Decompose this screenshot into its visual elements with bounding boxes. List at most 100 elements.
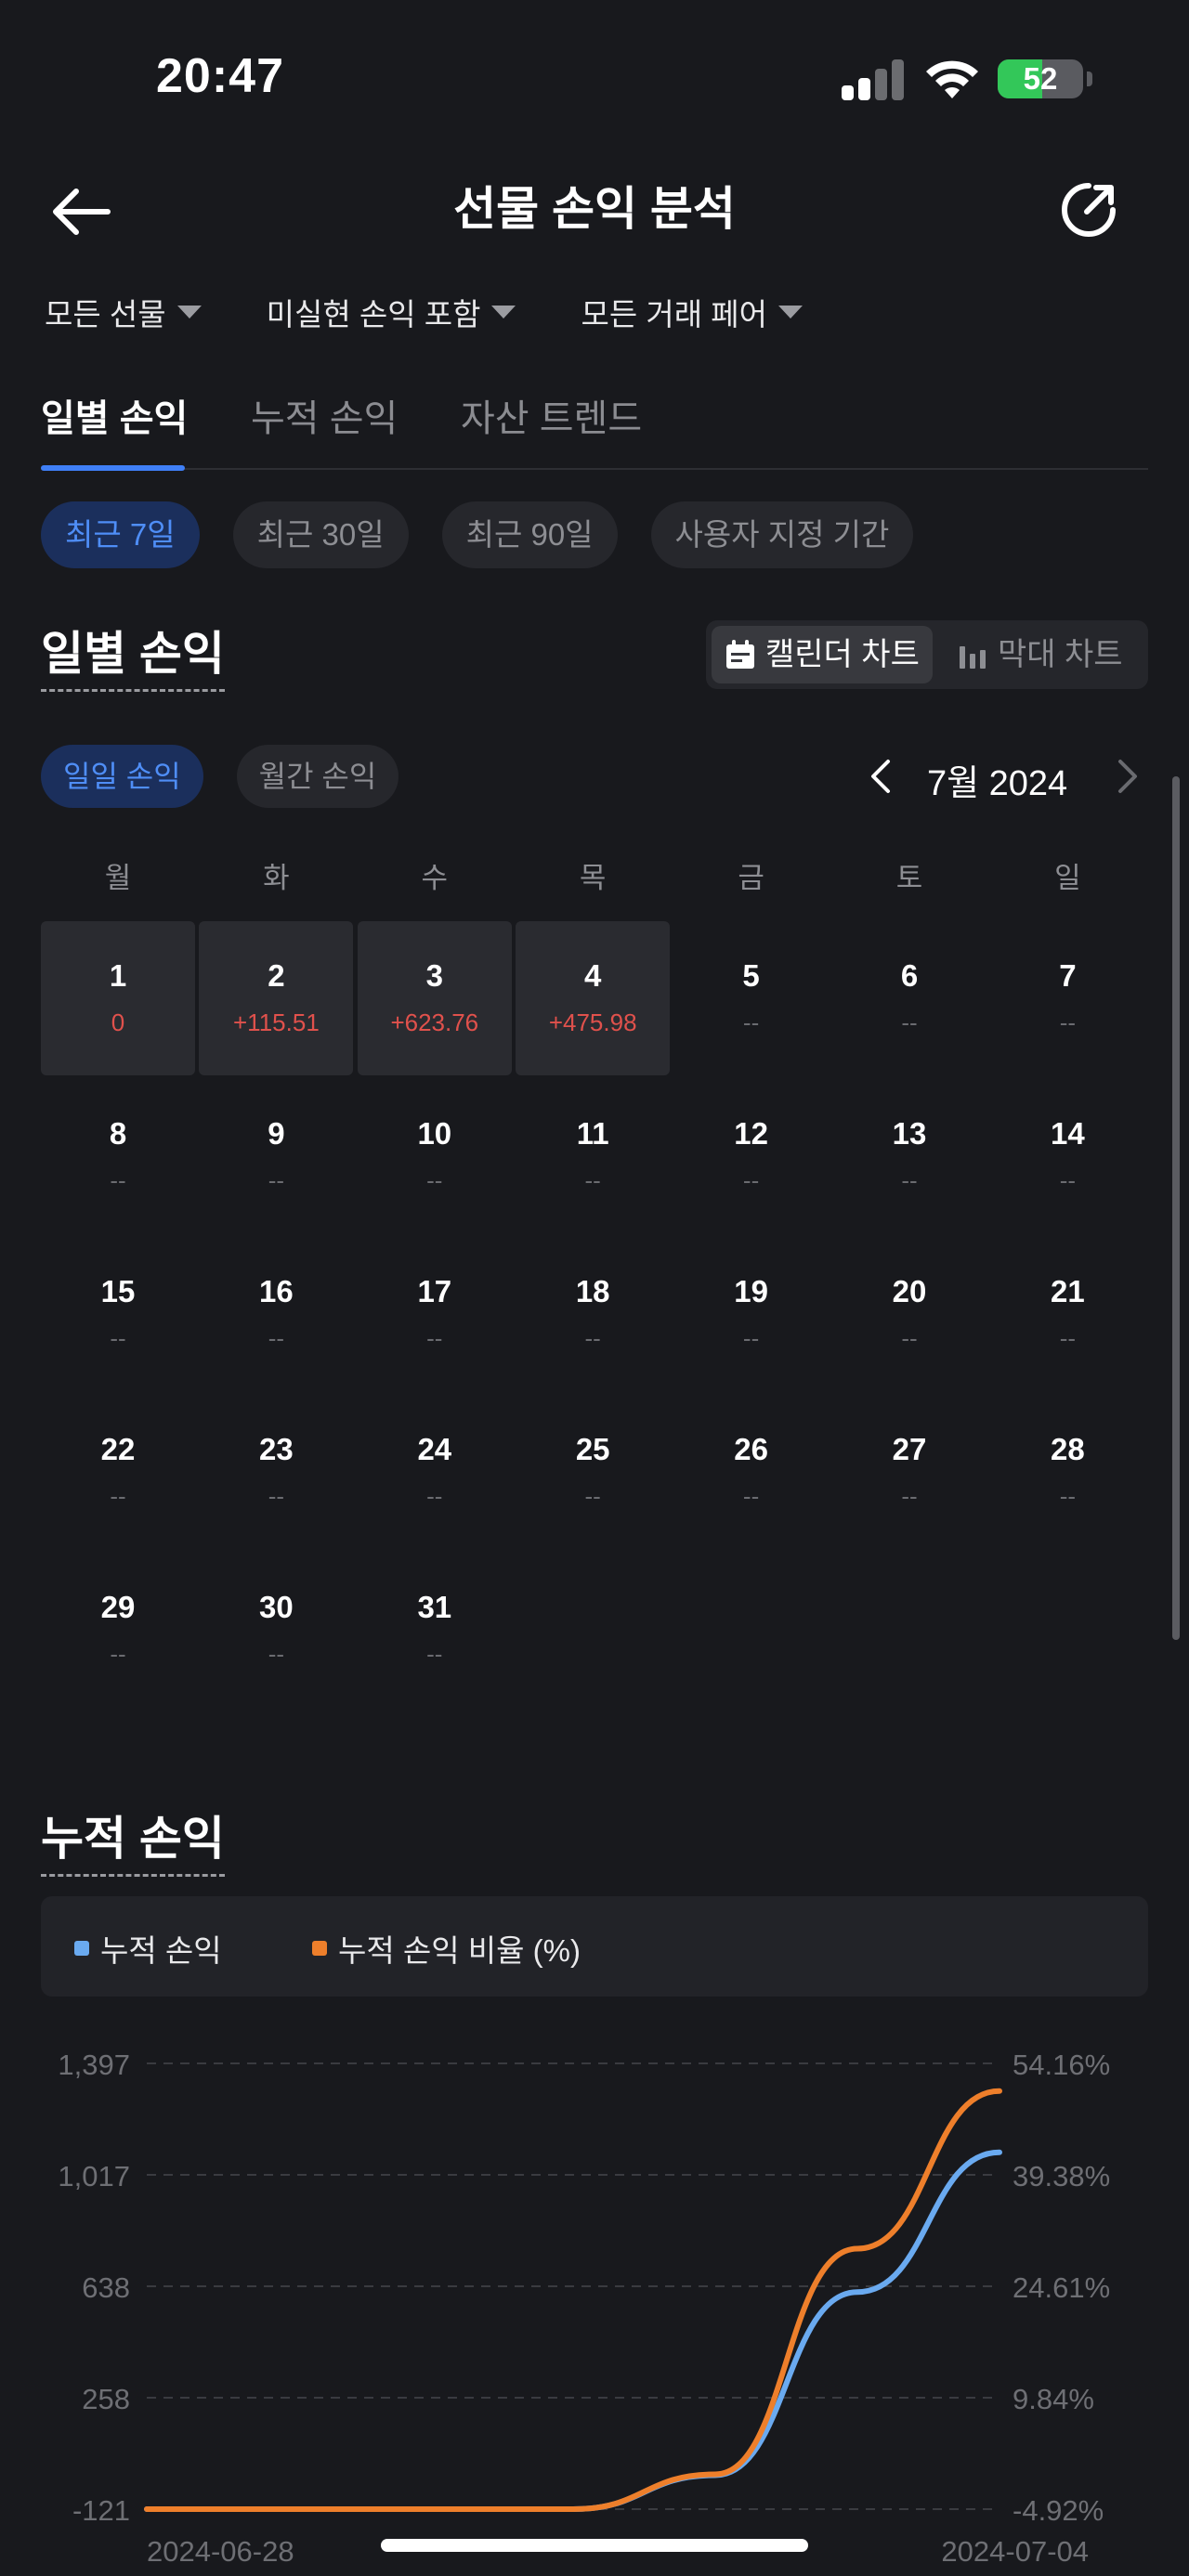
calendar-day[interactable]: 28 -- (990, 1395, 1144, 1549)
cellular-signal-icon (842, 59, 905, 100)
calendar-day[interactable]: 26 -- (674, 1395, 829, 1549)
day-number: 28 (1051, 1432, 1085, 1466)
weekday-label: 목 (579, 862, 607, 894)
calendar-day[interactable]: 14 -- (990, 1079, 1144, 1233)
header: 선물 손익 분석 (0, 158, 1189, 260)
filter-unrealized-dropdown[interactable]: 미실현 손익 포함 (267, 290, 516, 334)
tab-cumulative-pnl[interactable]: 누적 손익 (251, 388, 398, 442)
filter-pairs-dropdown[interactable]: 모든 거래 페어 (581, 290, 803, 334)
daily-pnl-title[interactable]: 일별 손익 (41, 617, 225, 692)
period-custom[interactable]: 사용자 지정 기간 (650, 501, 914, 568)
day-number: 23 (259, 1432, 294, 1466)
calendar-day[interactable]: 15 -- (41, 1237, 195, 1391)
calendar-day[interactable]: 13 -- (832, 1079, 986, 1233)
bar-chart-button[interactable]: 막대 차트 (944, 626, 1136, 683)
calendar-day[interactable]: 21 -- (990, 1237, 1144, 1391)
calendar-day[interactable]: 29 -- (41, 1553, 195, 1707)
calendar-day[interactable]: 2 +115.51 (199, 921, 354, 1075)
chart-type-toggle: 캘린더 차트 막대 차트 (706, 620, 1148, 689)
day-number: 30 (259, 1590, 294, 1624)
day-number: 6 (900, 958, 919, 993)
legend-label: 누적 손익 비율 (%) (338, 1933, 581, 1968)
calendar-day[interactable]: 24 -- (358, 1395, 512, 1549)
chevron-left-icon[interactable] (864, 758, 901, 795)
day-pnl-value: -- (268, 1640, 285, 1668)
calendar-day[interactable]: 12 -- (674, 1079, 829, 1233)
day-pnl-value: -- (426, 1324, 443, 1352)
tab-daily-pnl[interactable]: 일별 손익 (41, 388, 188, 442)
calendar-day[interactable]: 19 -- (674, 1237, 829, 1391)
calendar-day[interactable]: 8 -- (41, 1079, 195, 1233)
calendar-day[interactable]: 5 -- (674, 921, 829, 1075)
calendar-day[interactable]: 9 -- (199, 1079, 353, 1233)
cumulative-pnl-chart: 1,397 54.16% 1,017 39.38% 638 24.61% 258 9.84% -… (58, 2049, 1110, 2568)
legend-swatch (74, 1941, 89, 1956)
day-pnl-value: -- (110, 1324, 126, 1352)
period-7d[interactable]: 최근 7일 (41, 501, 200, 568)
calendar-day[interactable]: 18 -- (516, 1237, 670, 1391)
calendar-chart-label: 캘린더 차트 (765, 637, 920, 672)
period-90d[interactable]: 최근 90일 (441, 501, 618, 568)
filter-label: 모든 거래 페어 (581, 297, 767, 332)
day-number: 29 (100, 1590, 136, 1624)
weekday-label: 수 (421, 862, 449, 894)
calendar-day[interactable]: 25 -- (516, 1395, 670, 1549)
caret-down-icon (491, 306, 516, 319)
day-number: 1 (109, 958, 127, 993)
calendar-day[interactable]: 17 -- (358, 1237, 512, 1391)
calendar-day[interactable]: 11 -- (516, 1079, 670, 1233)
chart-legend: 누적 손익 누적 손익 비율 (%) (41, 1896, 1148, 1997)
legend-item-cumulative-pnl[interactable]: 누적 손익 (74, 1926, 222, 1971)
calendar-day[interactable]: 10 -- (358, 1079, 512, 1233)
day-number: 2 (268, 958, 285, 993)
month-label: 7월 2024 (927, 764, 1068, 803)
calendar-day[interactable]: 27 -- (832, 1395, 986, 1549)
calendar-day[interactable]: 20 -- (832, 1237, 986, 1391)
day-number: 4 (584, 958, 602, 993)
day-pnl-value: -- (1059, 1166, 1077, 1194)
day-number: 9 (268, 1116, 285, 1151)
day-pnl-value: -- (268, 1324, 285, 1352)
scrollbar[interactable] (1172, 776, 1180, 1640)
day-number: 15 (100, 1274, 136, 1308)
day-pnl-value: -- (742, 1008, 760, 1036)
calendar-day[interactable]: 22 -- (41, 1395, 195, 1549)
period-30d[interactable]: 최근 30일 (232, 501, 409, 568)
calendar-day[interactable]: 31 -- (358, 1553, 512, 1707)
calendar-days: 1 0 2 +115.51 3 +623.76 4 +475.98 5 -- 6 -- 7 -- 8 -- 9-… (41, 921, 1133, 1757)
day-number: 14 (1051, 1116, 1085, 1151)
day-number: 19 (734, 1274, 768, 1308)
y-left-tick-label: 638 (82, 2271, 130, 2304)
bar-chart-label: 막대 차트 (998, 637, 1123, 672)
weekday-label: 금 (738, 862, 764, 894)
wifi-icon (926, 60, 978, 98)
calendar-day[interactable]: 23 -- (199, 1395, 353, 1549)
calendar-day[interactable]: 10 (41, 921, 195, 1075)
chevron-right-icon[interactable] (1107, 758, 1144, 795)
calendar-chart-button[interactable]: 캘린더 차트 (712, 626, 933, 683)
cumulative-pnl-title[interactable]: 누적 손익 (41, 1802, 225, 1877)
calendar-day[interactable]: 30 -- (199, 1553, 353, 1707)
battery-icon: 52 (998, 59, 1083, 98)
day-pnl-value: -- (268, 1482, 285, 1510)
filter-futures-dropdown[interactable]: 모든 선물 (45, 290, 202, 334)
calendar-day[interactable]: 16 -- (199, 1237, 353, 1391)
back-arrow-icon[interactable] (48, 178, 115, 245)
day-number: 24 (417, 1432, 452, 1466)
tab-asset-trend[interactable]: 자산 트렌드 (461, 388, 642, 442)
day-pnl-value: -- (1059, 1324, 1077, 1352)
y-left-tick-label: 258 (82, 2383, 130, 2415)
monthly-pnl-pill[interactable]: 월간 손익 (236, 745, 399, 808)
share-icon[interactable] (1055, 176, 1122, 243)
legend-item-cumulative-ratio[interactable]: 누적 손익 비율 (%) (312, 1926, 581, 1971)
calendar-day[interactable]: 4 +475.98 (516, 921, 671, 1075)
caret-down-icon (777, 306, 803, 319)
calendar-day[interactable]: 6 -- (832, 921, 986, 1075)
day-pnl-value: -- (742, 1482, 760, 1510)
calendar-day[interactable]: 7 -- (990, 921, 1144, 1075)
daily-pnl-pill[interactable]: 일일 손익 (41, 745, 203, 808)
day-number: 31 (417, 1590, 452, 1624)
day-pnl-value: -- (742, 1166, 760, 1194)
day-pnl-value: -- (901, 1008, 918, 1036)
calendar-day[interactable]: 3 +623.76 (357, 921, 512, 1075)
